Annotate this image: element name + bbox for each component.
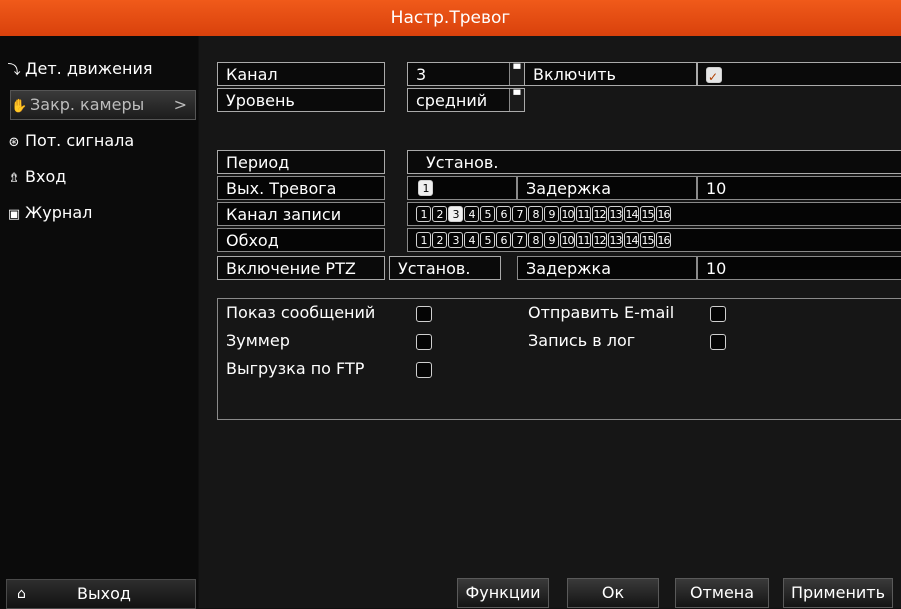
tour-selector: 1 2 3 4 5 6 7 8 9 10 11 12 13 14 15 16: [416, 232, 671, 251]
alarm-out-label: Вых. Тревога: [217, 176, 385, 200]
tour-channel-16[interactable]: 16: [656, 232, 671, 248]
record-channel-channel-4[interactable]: 4: [464, 206, 479, 222]
apply-button[interactable]: Применить: [783, 578, 893, 608]
motion-icon: ⤵: [7, 63, 21, 78]
exit-button[interactable]: ⌂ Выход: [6, 579, 196, 609]
sidebar-item-label: Вход: [25, 167, 67, 186]
record-channel-label: Канал записи: [217, 202, 385, 226]
record-channel-selector: 1 2 3 4 5 6 7 8 9 10 11 12 13 14 15 16: [416, 206, 671, 225]
write-log-checkbox[interactable]: [710, 334, 726, 350]
sidebar-item-signal-loss[interactable]: ⊛ Пот. сигнала: [6, 126, 196, 156]
tour-channel-5[interactable]: 5: [480, 232, 495, 248]
input-icon: ⇯: [8, 171, 20, 186]
tour-label: Обход: [217, 228, 385, 252]
sidebar-item-input[interactable]: ⇯ Вход: [6, 162, 196, 192]
tour-channel-14[interactable]: 14: [624, 232, 639, 248]
window-title-bar: Настр.Тревог: [0, 0, 901, 36]
alarm-settings-panel: Канал 3 ▀ Включить Уровень средний ▀ Пер…: [199, 36, 901, 608]
enable-checkbox[interactable]: [706, 65, 722, 85]
functions-button[interactable]: Функции: [457, 578, 549, 608]
sidebar-item-motion-detection[interactable]: ⤵ Дет. движения: [6, 54, 196, 84]
record-channel-channel-7[interactable]: 7: [512, 206, 527, 222]
record-channel-channel-9[interactable]: 9: [544, 206, 559, 222]
show-message-label: Показ сообщений: [226, 303, 376, 322]
chevron-right-icon: >: [173, 95, 187, 114]
send-email-label: Отправить E-mail: [528, 303, 675, 322]
sidebar-item-log[interactable]: ▣ Журнал: [6, 198, 196, 228]
record-channel-channel-1[interactable]: 1: [416, 206, 431, 222]
record-channel-channel-14[interactable]: 14: [624, 206, 639, 222]
channel-label: Канал: [217, 62, 385, 86]
record-channel-channel-10[interactable]: 10: [560, 206, 575, 222]
send-email-checkbox[interactable]: [710, 306, 726, 322]
record-channel-channel-15[interactable]: 15: [640, 206, 655, 222]
sidebar-item-label: Журнал: [25, 203, 93, 222]
sidebar-item-label: Пот. сигнала: [25, 131, 135, 150]
record-channel-channel-16[interactable]: 16: [656, 206, 671, 222]
period-setup-button[interactable]: Установ.: [407, 150, 901, 174]
record-channel-channel-3[interactable]: 3: [448, 206, 463, 222]
record-channel-channel-13[interactable]: 13: [608, 206, 623, 222]
sidebar-item-label: Закр. камеры: [30, 95, 145, 114]
enable-checkbox-cell: [697, 62, 901, 86]
level-label: Уровень: [217, 88, 385, 112]
record-channel-channel-6[interactable]: 6: [496, 206, 511, 222]
ptz-setup-button[interactable]: Установ.: [389, 256, 501, 280]
tour-channel-2[interactable]: 2: [432, 232, 447, 248]
sidebar-item-label: Дет. движения: [25, 59, 153, 78]
actions-group: Показ сообщений Отправить E-mail Зуммер …: [217, 298, 901, 420]
tour-cell: 1 2 3 4 5 6 7 8 9 10 11 12 13 14 15 16: [407, 228, 901, 252]
level-select[interactable]: средний ▀: [407, 88, 525, 112]
record-channel-channel-8[interactable]: 8: [528, 206, 543, 222]
chevron-down-icon: ▀: [509, 63, 524, 85]
tour-channel-11[interactable]: 11: [576, 232, 591, 248]
buzzer-label: Зуммер: [226, 331, 290, 350]
tour-channel-8[interactable]: 8: [528, 232, 543, 248]
alarm-out-number[interactable]: 1: [418, 180, 433, 196]
tour-channel-4[interactable]: 4: [464, 232, 479, 248]
cancel-button[interactable]: Отмена: [675, 578, 769, 608]
show-message-checkbox[interactable]: [416, 306, 432, 322]
record-channel-channel-2[interactable]: 2: [432, 206, 447, 222]
buzzer-checkbox[interactable]: [416, 334, 432, 350]
record-channel-cell: 1 2 3 4 5 6 7 8 9 10 11 12 13 14 15 16: [407, 202, 901, 226]
signal-icon: ⊛: [8, 135, 20, 150]
alarm-out-cell: 1: [407, 176, 517, 200]
ptz-delay-label: Задержка: [517, 256, 697, 280]
tour-channel-6[interactable]: 6: [496, 232, 511, 248]
exit-label: Выход: [77, 584, 131, 603]
sidebar: ⤵ Дет. движения ✋ Закр. камеры > ⊛ Пот. сиг…: [0, 36, 198, 609]
tour-channel-13[interactable]: 13: [608, 232, 623, 248]
tour-channel-12[interactable]: 12: [592, 232, 607, 248]
write-log-label: Запись в лог: [528, 331, 636, 350]
tour-channel-15[interactable]: 15: [640, 232, 655, 248]
ptz-label: Включение PTZ: [217, 256, 385, 280]
tour-channel-3[interactable]: 3: [448, 232, 463, 248]
tour-channel-7[interactable]: 7: [512, 232, 527, 248]
window-title: Настр.Тревог: [390, 8, 511, 28]
ptz-delay-field[interactable]: 10: [697, 256, 901, 280]
record-channel-channel-5[interactable]: 5: [480, 206, 495, 222]
hand-icon: ✋: [11, 99, 28, 114]
channel-select[interactable]: 3 ▀: [407, 62, 525, 86]
ftp-upload-checkbox[interactable]: [416, 362, 432, 378]
tour-channel-9[interactable]: 9: [544, 232, 559, 248]
period-label: Период: [217, 150, 385, 174]
tour-channel-1[interactable]: 1: [416, 232, 431, 248]
alarm-out-delay-field[interactable]: 10: [697, 176, 901, 200]
tour-channel-10[interactable]: 10: [560, 232, 575, 248]
record-channel-channel-11[interactable]: 11: [576, 206, 591, 222]
ftp-upload-label: Выгрузка по FTP: [226, 359, 365, 378]
home-icon: ⌂: [17, 586, 26, 602]
ok-button[interactable]: Ок: [567, 578, 659, 608]
log-icon: ▣: [7, 207, 21, 222]
enable-label: Включить: [525, 62, 697, 86]
record-channel-channel-12[interactable]: 12: [592, 206, 607, 222]
chevron-down-icon: ▀: [509, 89, 524, 111]
alarm-out-delay-label: Задержка: [517, 176, 697, 200]
sidebar-item-camera-tamper[interactable]: ✋ Закр. камеры >: [10, 90, 196, 120]
